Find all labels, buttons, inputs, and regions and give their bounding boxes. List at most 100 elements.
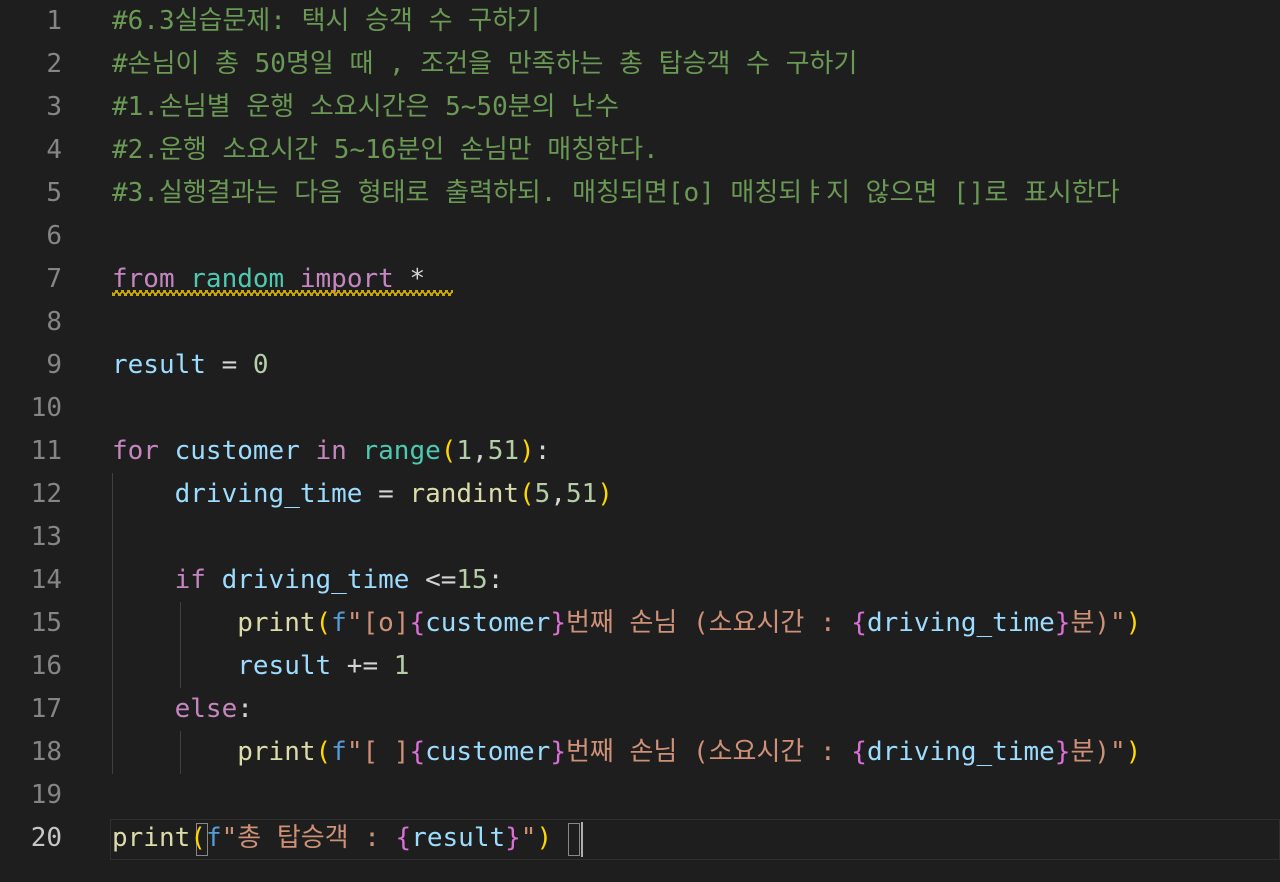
line-number: 12: [30, 479, 62, 509]
code-line[interactable]: 17 else:: [0, 688, 1280, 731]
code-line[interactable]: 4 #2.운행 소요시간 5~16분인 손님만 매칭한다.: [0, 129, 1280, 172]
code-line[interactable]: 13: [0, 516, 1280, 559]
code-text[interactable]: #6.3실습문제: 택시 승객 수 구하기: [112, 0, 540, 43]
code-text[interactable]: for customer in range(1,51):: [112, 430, 550, 473]
operator: =: [362, 479, 410, 509]
line-number: 20: [30, 823, 62, 853]
bracket: (: [440, 436, 457, 466]
comment: #1.손님별 운행 소요시간은 5~50분의 난수: [112, 92, 620, 122]
code-line[interactable]: 3 #1.손님별 운행 소요시간은 5~50분의 난수: [0, 86, 1280, 129]
bracket: (: [519, 479, 535, 509]
string-literal: 분)": [1070, 737, 1126, 767]
code-line[interactable]: 12 driving_time = randint(5,51): [0, 473, 1280, 516]
code-text[interactable]: result += 1: [112, 645, 409, 688]
string-literal: "총 탑승객 :: [221, 823, 396, 853]
variable: driving_time: [221, 565, 410, 595]
code-text[interactable]: print(f"[o]{customer}번째 손님 (소요시간 : {driv…: [112, 602, 1141, 645]
variable: customer: [425, 737, 551, 767]
variable: customer: [425, 608, 551, 638]
bracket: (: [190, 823, 206, 853]
comment: #손님이 총 50명일 때 , 조건을 만족하는 총 탑승객 수 구하기: [112, 49, 858, 79]
line-number: 19: [30, 780, 62, 810]
brace: }: [550, 737, 566, 767]
code-editor[interactable]: 1 #6.3실습문제: 택시 승객 수 구하기 2 #손님이 총 50명일 때 …: [0, 0, 1280, 882]
brace: {: [409, 608, 426, 638]
comment: #6.3실습문제: 택시 승객 수 구하기: [112, 6, 540, 36]
variable: customer: [174, 436, 300, 466]
line-number: 9: [46, 350, 62, 380]
line-number: 6: [46, 221, 62, 251]
line-number: 8: [46, 307, 62, 337]
line-number: 3: [46, 92, 62, 122]
string-literal: ": [520, 823, 537, 853]
code-text[interactable]: #1.손님별 운행 소요시간은 5~50분의 난수: [112, 86, 619, 129]
line-number: 10: [30, 393, 62, 423]
code-line[interactable]: 1 #6.3실습문제: 택시 승객 수 구하기: [0, 0, 1280, 43]
line-number: 18: [30, 737, 62, 767]
variable: result: [112, 350, 206, 380]
bracket: ): [1125, 737, 1142, 767]
code-line[interactable]: 16 result += 1: [0, 645, 1280, 688]
brace: {: [851, 737, 867, 767]
fstring-prefix: f: [331, 737, 347, 767]
number: 0: [252, 350, 269, 380]
function-name: randint: [409, 479, 520, 509]
brace: {: [409, 737, 426, 767]
brace: }: [1054, 737, 1071, 767]
variable: driving_time: [866, 737, 1055, 767]
brace: {: [395, 823, 412, 853]
line-number: 7: [46, 264, 62, 294]
code-text[interactable]: result = 0: [112, 344, 269, 387]
code-line[interactable]: 8: [0, 301, 1280, 344]
keyword-if: if: [174, 565, 206, 595]
function-name: print: [237, 608, 316, 638]
string-literal: 분)": [1070, 608, 1126, 638]
number: 51: [487, 436, 520, 466]
code-text[interactable]: #3.실행결과는 다음 형태로 출력하되. 매칭되면[o] 매칭되ㅑ지 않으면 …: [112, 172, 1120, 215]
code-line[interactable]: 6: [0, 215, 1280, 258]
code-text[interactable]: print(f"총 탑승객 : {result}"): [112, 817, 552, 860]
string-literal: "[o]: [346, 608, 410, 638]
code-line[interactable]: 2 #손님이 총 50명일 때 , 조건을 만족하는 총 탑승객 수 구하기: [0, 43, 1280, 86]
bracket: (: [315, 608, 332, 638]
code-text[interactable]: #2.운행 소요시간 5~16분인 손님만 매칭한다.: [112, 129, 659, 172]
line-number: 1: [46, 6, 62, 36]
code-text[interactable]: driving_time = randint(5,51): [112, 473, 613, 516]
bracket: ): [1125, 608, 1142, 638]
code-text[interactable]: if driving_time <=15:: [112, 559, 504, 602]
code-text[interactable]: else:: [112, 688, 253, 731]
line-number: 16: [30, 651, 62, 681]
line-number: 11: [30, 436, 62, 466]
colon: :: [237, 694, 253, 724]
code-line[interactable]: 11 for customer in range(1,51):: [0, 430, 1280, 473]
number: 51: [565, 479, 598, 509]
function-name: print: [237, 737, 316, 767]
line-number: 13: [30, 522, 62, 552]
variable: result: [411, 823, 506, 853]
code-line[interactable]: 10: [0, 387, 1280, 430]
comment: #2.운행 소요시간 5~16분인 손님만 매칭한다.: [112, 135, 659, 165]
code-line[interactable]: 19: [0, 774, 1280, 817]
comment: #3.실행결과는 다음 형태로 출력하되. 매칭되면[o] 매칭되ㅑ지 않으면 …: [112, 178, 1120, 208]
code-line[interactable]: 14 if driving_time <=15:: [0, 559, 1280, 602]
line-number: 4: [46, 135, 62, 165]
code-text[interactable]: print(f"[ ]{customer}번째 손님 (소요시간 : {driv…: [112, 731, 1141, 774]
code-line[interactable]: 20 print(f"총 탑승객 : {result}"): [0, 817, 1280, 860]
code-text[interactable]: #손님이 총 50명일 때 , 조건을 만족하는 총 탑승객 수 구하기: [112, 43, 857, 86]
warning-squiggle[interactable]: [112, 290, 453, 296]
keyword-else: else: [174, 694, 238, 724]
variable: driving_time: [174, 479, 363, 509]
line-number: 14: [30, 565, 62, 595]
code-line[interactable]: 5 #3.실행결과는 다음 형태로 출력하되. 매칭되면[o] 매칭되ㅑ지 않으…: [0, 172, 1280, 215]
code-line[interactable]: 15 print(f"[o]{customer}번째 손님 (소요시간 : {d…: [0, 602, 1280, 645]
code-line[interactable]: 9 result = 0: [0, 344, 1280, 387]
code-line[interactable]: 18 print(f"[ ]{customer}번째 손님 (소요시간 : {d…: [0, 731, 1280, 774]
number: 15: [456, 565, 488, 595]
